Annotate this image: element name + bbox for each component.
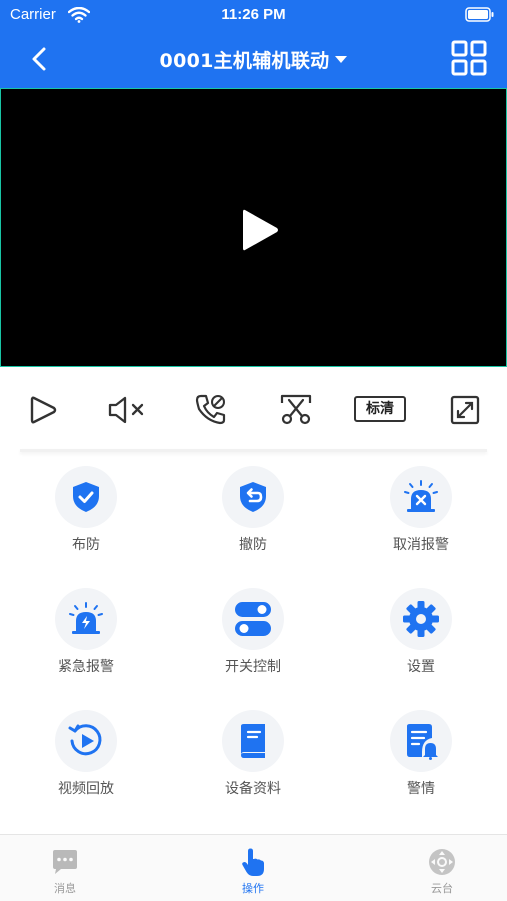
- header: Carrier 11:26 PM 0001主机辅机联动: [0, 0, 507, 88]
- fullscreen-button[interactable]: [445, 392, 485, 428]
- action-icon-circle: [390, 466, 452, 528]
- video-replay-icon: [68, 724, 102, 756]
- video-controls: [0, 380, 507, 440]
- action-video-playback[interactable]: 视频回放: [26, 710, 146, 810]
- action-icon-circle: [55, 710, 117, 772]
- grid-icon: [451, 40, 487, 76]
- toggle-switch-icon: [235, 602, 271, 636]
- play-control-button[interactable]: [23, 392, 63, 428]
- action-switch-control[interactable]: 开关控制: [193, 588, 313, 688]
- shield-undo-icon: [240, 482, 266, 512]
- action-label: 设置: [407, 659, 435, 675]
- nav-title: 0001主机辅机联动: [0, 46, 507, 73]
- mute-button[interactable]: [106, 392, 150, 428]
- action-label: 开关控制: [225, 659, 281, 675]
- tab-label: 操作: [242, 882, 264, 895]
- speaker-mute-icon: [108, 396, 144, 424]
- action-arm[interactable]: 布防: [26, 466, 146, 566]
- tab-operations[interactable]: 操作: [203, 843, 303, 899]
- hand-pointer-icon: [242, 848, 264, 876]
- video-player[interactable]: [0, 88, 507, 367]
- action-icon-circle: [222, 710, 284, 772]
- tab-ptz[interactable]: 云台: [392, 843, 492, 899]
- action-alarm-info[interactable]: 警情: [361, 710, 481, 810]
- action-icon-circle: [390, 710, 452, 772]
- clock: 11:26 PM: [221, 6, 286, 23]
- tab-bar: 消息 操作 云台: [0, 834, 507, 901]
- message-icon: [53, 850, 77, 874]
- action-label: 视频回放: [58, 781, 114, 797]
- action-settings[interactable]: 设置: [361, 588, 481, 688]
- status-bar: Carrier 11:26 PM: [0, 0, 507, 30]
- action-label: 设备资料: [225, 781, 281, 797]
- action-icon-circle: [390, 588, 452, 650]
- divider: [20, 449, 487, 452]
- grid-view-button[interactable]: [451, 40, 487, 76]
- play-outline-icon: [30, 396, 57, 424]
- screenshot-button[interactable]: [276, 392, 316, 428]
- shield-check-icon: [73, 482, 99, 512]
- play-icon: [243, 209, 278, 251]
- ptz-icon: [429, 849, 455, 875]
- action-label: 布防: [72, 537, 100, 553]
- action-emergency-alarm[interactable]: 紧急报警: [26, 588, 146, 688]
- battery-icon: [465, 7, 494, 22]
- device-selector[interactable]: 0001主机辅机联动: [160, 46, 348, 73]
- intercom-button[interactable]: [191, 392, 231, 428]
- action-icon-circle: [55, 588, 117, 650]
- tab-messages[interactable]: 消息: [15, 843, 115, 899]
- caret-down-icon: [335, 55, 348, 63]
- page-title: 0001主机辅机联动: [159, 50, 330, 72]
- nav-bar: 0001主机辅机联动: [0, 32, 507, 86]
- action-icon-circle: [55, 466, 117, 528]
- siren-cancel-icon: [404, 480, 438, 512]
- video-quality-button[interactable]: 标清: [354, 396, 406, 422]
- action-disarm[interactable]: 撤防: [193, 466, 313, 566]
- phone-off-icon: [195, 394, 226, 425]
- action-icon-circle: [222, 466, 284, 528]
- action-label: 警情: [407, 781, 435, 797]
- action-cancel-alarm[interactable]: 取消报警: [361, 466, 481, 566]
- alarm-report-icon: [407, 724, 438, 760]
- action-label: 取消报警: [393, 537, 449, 553]
- tab-label: 云台: [431, 882, 453, 895]
- book-icon: [241, 724, 265, 758]
- action-label: 撤防: [239, 537, 267, 553]
- action-label: 紧急报警: [58, 659, 114, 675]
- action-icon-circle: [222, 588, 284, 650]
- fullscreen-icon: [450, 395, 480, 425]
- video-play-button[interactable]: [237, 205, 283, 255]
- action-device-info[interactable]: 设备资料: [193, 710, 313, 810]
- tab-label: 消息: [54, 882, 76, 895]
- siren-emergency-icon: [69, 602, 103, 634]
- scissors-icon: [280, 394, 312, 425]
- gear-icon: [403, 601, 439, 637]
